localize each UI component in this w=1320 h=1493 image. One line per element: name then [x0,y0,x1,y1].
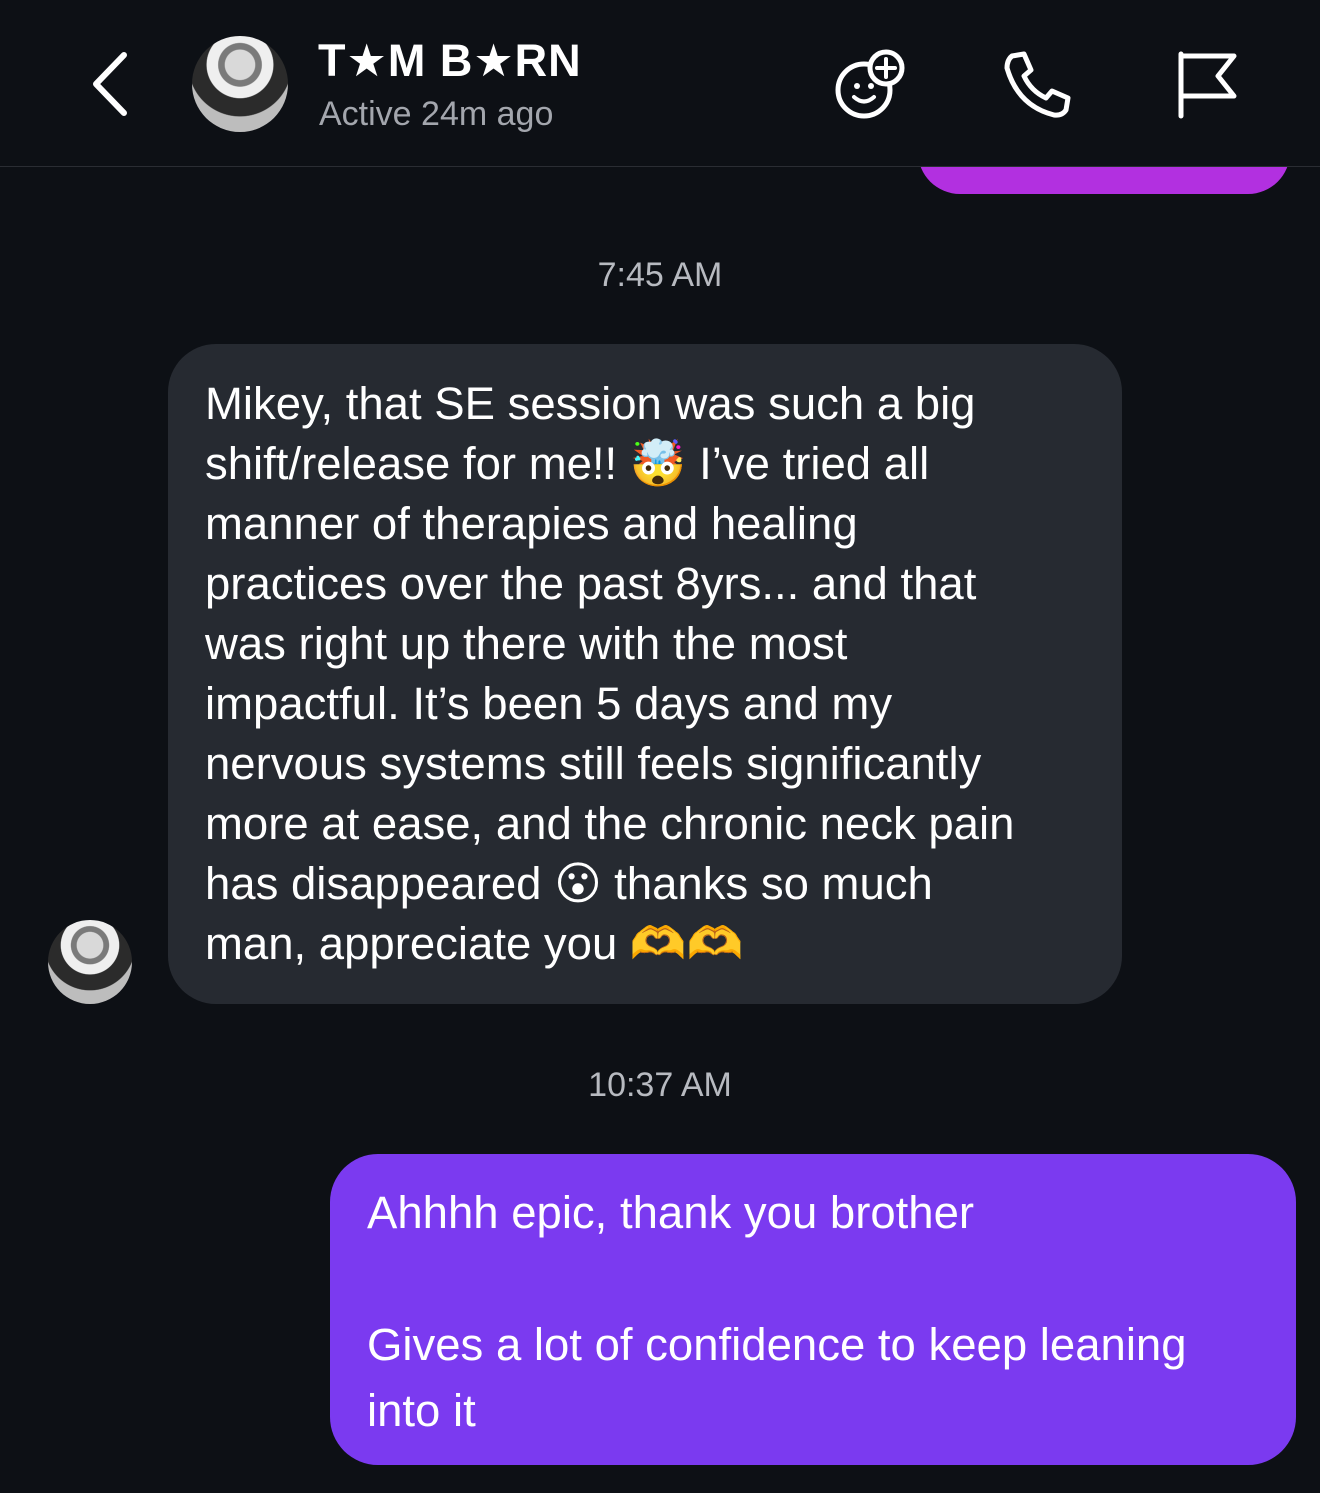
call-button[interactable] [998,44,1078,124]
contact-avatar[interactable] [192,36,288,132]
phone-icon [1004,51,1071,118]
outgoing-message-bubble[interactable]: Ahhhh epic, thank you brother Gives a lo… [330,1154,1296,1465]
incoming-message-bubble[interactable]: Mikey, that SE session was such a big sh… [168,344,1122,1004]
add-effect-smiley-icon [835,49,905,119]
message-timestamp: 10:37 AM [588,1066,732,1104]
message-timestamp: 7:45 AM [597,256,723,294]
flag-icon [1178,51,1237,119]
report-button[interactable] [1166,44,1246,124]
effects-button[interactable] [830,44,910,124]
active-status: Active 24m ago [319,95,554,133]
contact-name[interactable]: T★M B★RN [318,34,582,87]
sender-avatar[interactable] [48,920,132,1004]
chat-header: T★M B★RN Active 24m ago [0,0,1320,167]
chevron-left-icon [93,52,127,116]
back-button[interactable] [80,44,140,124]
